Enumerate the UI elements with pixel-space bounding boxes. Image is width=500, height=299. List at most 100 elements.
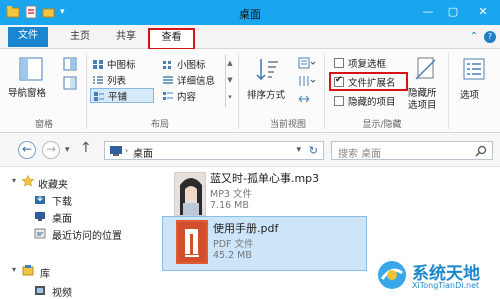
music-cover-thumbnail: [174, 172, 206, 216]
medium-icons-icon: [92, 59, 104, 73]
layout-tiles[interactable]: 平铺: [90, 88, 154, 103]
tab-view[interactable]: 查看: [148, 28, 195, 50]
navigation-pane: ▾ 收藏夹 下载 桌面 最近访问的位置 ▾ 库 视频: [0, 168, 160, 299]
ribbon: 导航窗格 窗格 中图标 小图标 列表 详细信息 平铺 内容 ▲ ▼ ▾ 布局 排序方…: [0, 49, 500, 133]
nav-downloads[interactable]: 下载: [52, 193, 72, 208]
back-icon[interactable]: ←: [18, 141, 36, 159]
add-columns-icon[interactable]: [298, 75, 316, 90]
refresh-icon[interactable]: ↻: [309, 144, 318, 157]
ribbon-divider: [86, 53, 87, 129]
content-view-icon: [162, 91, 174, 105]
layout-small-icons[interactable]: 小图标: [162, 57, 206, 73]
file-name: 使用手册.pdf: [213, 222, 279, 235]
favorites-star-icon: [21, 174, 35, 190]
ribbon-divider: [448, 53, 449, 129]
layout-group-label: 布局: [150, 120, 169, 130]
site-watermark: 系统天地 XiTongTianDi.net: [376, 257, 494, 295]
hide-selected-button[interactable]: 隐藏所 选项目: [408, 55, 444, 113]
search-field[interactable]: 搜索 桌面: [331, 141, 493, 160]
details-pane-icon[interactable]: [63, 76, 77, 93]
file-type: PDF 文件: [213, 239, 254, 250]
options-icon: [462, 57, 486, 84]
recent-places-icon: [34, 227, 46, 242]
hide-selected-label-2: 选项目: [408, 100, 437, 111]
file-item[interactable]: 蓝又时-孤单心事.mp3 MP3 文件 7.16 MB: [160, 168, 365, 223]
videos-icon: [34, 284, 46, 299]
layout-list[interactable]: 列表: [92, 73, 126, 89]
hidden-items-label: 隐藏的项目: [348, 97, 396, 108]
recent-locations-icon[interactable]: ▾: [65, 145, 70, 155]
details-label: 详细信息: [177, 76, 216, 87]
hide-selected-icon: [415, 57, 437, 84]
address-path: 桌面: [133, 149, 153, 160]
medium-icons-label: 中图标: [107, 60, 136, 71]
pane-group-label: 窗格: [34, 120, 53, 130]
address-field[interactable]: › 桌面 ▾ ↻: [104, 141, 324, 160]
libraries-icon: [22, 264, 34, 279]
size-columns-icon[interactable]: [298, 93, 310, 108]
tab-share[interactable]: 共享: [108, 29, 144, 48]
item-check-boxes-label: 项复选框: [348, 59, 387, 70]
file-name-extensions-label: 文件扩展名: [348, 78, 396, 89]
options-label: 选项: [460, 90, 480, 101]
nav-recent[interactable]: 最近访问的位置: [52, 227, 122, 242]
file-size: 7.16 MB: [210, 200, 249, 211]
search-icon: [475, 145, 487, 160]
current-view-group-label: 当前视图: [269, 120, 306, 130]
ribbon-divider: [324, 53, 325, 129]
ribbon-tab-bar: 文件 主页 共享 查看 ⌃ ?: [0, 25, 500, 50]
hidden-items-checkbox[interactable]: [334, 96, 344, 106]
nav-desktop[interactable]: 桌面: [52, 210, 72, 225]
nav-videos[interactable]: 视频: [52, 284, 72, 299]
nav-favorites[interactable]: 收藏夹: [38, 176, 68, 191]
layout-medium-icons[interactable]: 中图标: [92, 57, 136, 73]
downloads-icon: [34, 193, 46, 208]
help-icon[interactable]: ?: [484, 31, 496, 43]
file-type: MP3 文件: [210, 189, 252, 200]
nav-pane-button[interactable]: 导航窗格: [6, 55, 56, 111]
sort-by-button[interactable]: 排序方式: [242, 55, 292, 111]
search-placeholder: 搜索 桌面: [338, 149, 382, 160]
collapse-arrow-icon[interactable]: ▾: [12, 265, 16, 274]
maximize-icon[interactable]: ▢: [444, 3, 462, 21]
layout-content[interactable]: 内容: [162, 89, 196, 105]
forward-icon[interactable]: →: [42, 141, 60, 159]
nav-libraries[interactable]: 库: [40, 265, 50, 280]
address-dropdown-icon[interactable]: ▾: [296, 145, 301, 155]
small-icons-icon: [162, 59, 174, 73]
title-bar: ▾ 桌面 — ▢ ✕: [0, 0, 500, 25]
small-icons-label: 小图标: [177, 60, 206, 71]
tiles-label: 平铺: [108, 92, 128, 103]
nav-pane-icon: [19, 57, 43, 84]
content-label: 内容: [177, 92, 197, 103]
options-button[interactable]: 选项: [454, 55, 494, 111]
minimize-icon[interactable]: —: [419, 3, 437, 21]
desktop-location-icon: [109, 145, 123, 159]
pdf-file-icon: [176, 220, 208, 267]
tab-file[interactable]: 文件: [8, 27, 48, 47]
list-view-icon: [92, 75, 104, 89]
group-by-icon[interactable]: [298, 57, 316, 72]
tab-home[interactable]: 主页: [62, 29, 98, 48]
preview-pane-icon[interactable]: [63, 57, 77, 74]
file-item-selected[interactable]: 使用手册.pdf PDF 文件 45.2 MB: [162, 216, 367, 271]
desktop-icon: [34, 210, 46, 225]
up-icon[interactable]: ↑: [80, 140, 92, 156]
show-hide-group-label: 显示/隐藏: [362, 120, 402, 130]
file-size: 45.2 MB: [213, 250, 252, 261]
collapse-arrow-icon[interactable]: ▾: [12, 176, 16, 185]
item-check-boxes-checkbox[interactable]: [334, 58, 344, 68]
sort-by-label: 排序方式: [247, 90, 286, 101]
details-view-icon: [162, 75, 174, 89]
watermark-logo-icon: [376, 259, 408, 294]
layout-details[interactable]: 详细信息: [162, 73, 215, 89]
layout-scroll-icon[interactable]: ▲ ▼ ▾: [225, 55, 234, 107]
tiles-view-icon: [93, 91, 105, 105]
path-chevron-icon[interactable]: ›: [125, 146, 128, 155]
file-name-extensions-checkbox[interactable]: [334, 75, 344, 87]
close-icon[interactable]: ✕: [470, 3, 496, 21]
minimize-ribbon-icon[interactable]: ⌃: [468, 31, 480, 43]
sort-by-icon: [254, 57, 280, 86]
watermark-url: XiTongTianDi.net: [412, 281, 480, 290]
list-label: 列表: [107, 76, 127, 87]
